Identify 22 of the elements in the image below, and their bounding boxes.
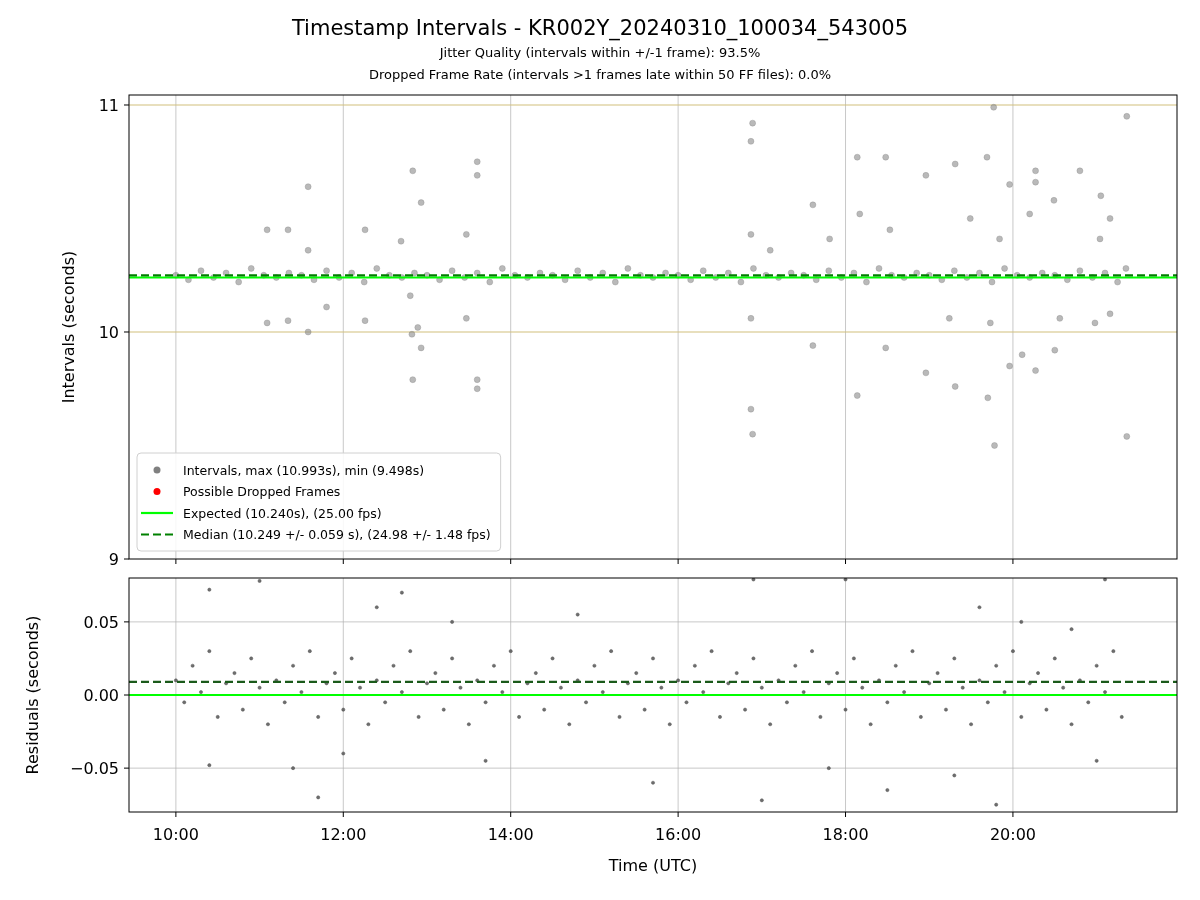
- legend-label: Median (10.249 +/- 0.059 s), (24.98 +/- 1.48 fps): [183, 527, 491, 542]
- legend-label: Expected (10.240s), (25.00 fps): [183, 505, 382, 521]
- axis-tick-label: 0.00: [83, 686, 119, 705]
- chart-title: Timestamp Intervals - KR002Y_20240310_100034_543005: [290, 15, 910, 42]
- axis-tick-label: 0.05: [83, 612, 119, 632]
- axis-tick-label: 10: [98, 323, 119, 342]
- axis-tick-label: −0.05: [69, 759, 119, 779]
- axis-title: Intervals (seconds): [59, 250, 78, 404]
- chart-subtitle: Dropped Frame Rate (intervals >1 frames late within 50 FF files): 0.0%: [367, 66, 833, 84]
- axis-tick-label: 20:00: [989, 825, 1036, 844]
- axis-tick-label: 11: [98, 96, 119, 115]
- axis-title: Residuals (seconds): [23, 615, 42, 775]
- axis-tick-label: 16:00: [655, 825, 702, 844]
- legend-label: Intervals, max (10.993s), min (9.498s): [183, 462, 425, 478]
- axis-tick-label: 14:00: [487, 825, 534, 844]
- axis-tick-label: 9: [108, 550, 119, 569]
- legend-label: Possible Dropped Frames: [183, 484, 341, 499]
- chart-subtitle: Jitter Quality (intervals within +/-1 frame): 93.5%: [438, 44, 762, 62]
- axis-tick-label: 10:00: [152, 825, 199, 844]
- axis-title: Time (UTC): [608, 856, 698, 875]
- axis-tick-label: 18:00: [822, 825, 869, 844]
- axis-tick-label: 12:00: [320, 825, 367, 844]
